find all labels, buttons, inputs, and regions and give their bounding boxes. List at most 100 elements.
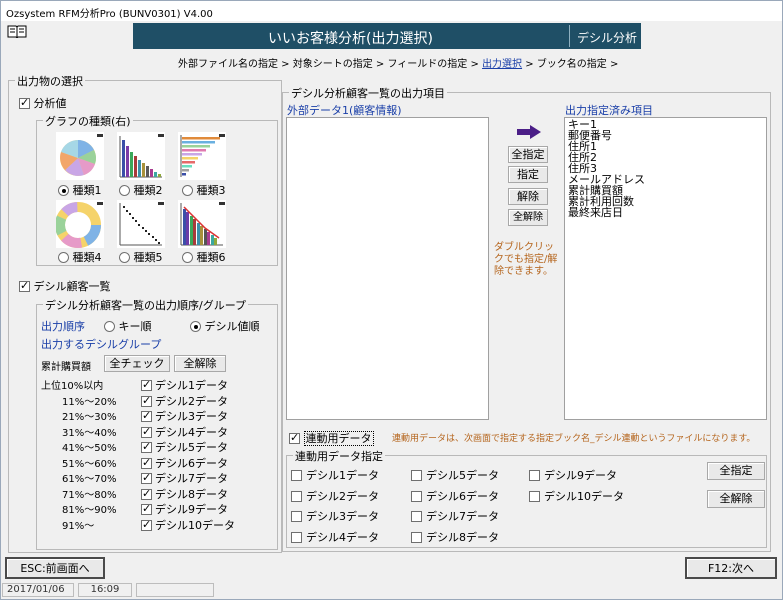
decile-range-label: 81%〜90%	[62, 505, 117, 516]
graph-type1-radio[interactable]: 種類1	[58, 182, 102, 198]
step-field[interactable]: フィールドの指定	[388, 59, 468, 70]
linked-decile-checkbox[interactable]: デシル9データ	[529, 467, 617, 483]
linked-decile-check[interactable]	[411, 532, 422, 543]
decile-check[interactable]	[141, 502, 152, 516]
linked-decile-checkbox[interactable]: デシル4データ	[291, 529, 379, 545]
check-all-button[interactable]: 全チェック	[104, 355, 170, 372]
decile-check[interactable]	[141, 409, 152, 423]
linked-decile-check[interactable]	[529, 491, 540, 502]
linked-decile-check[interactable]	[291, 491, 302, 502]
linked-decile-checkbox[interactable]: デシル5データ	[411, 467, 499, 483]
decile-checkbox[interactable]: デシル4データ	[141, 424, 228, 440]
decile-check[interactable]	[141, 518, 152, 532]
external-data-label: 外部データ1(顧客情報)	[287, 104, 402, 117]
order-decile-radio-dot[interactable]	[190, 321, 201, 332]
order-decile-label: デシル値順	[204, 320, 260, 333]
linked-decile-check[interactable]	[529, 470, 540, 481]
decile-check[interactable]	[141, 440, 152, 454]
decile-checkbox[interactable]: デシル5データ	[141, 439, 228, 455]
decile-check[interactable]	[141, 394, 152, 408]
decile-range-label: 61%〜70%	[62, 474, 117, 485]
book-icon[interactable]	[7, 24, 27, 38]
decile-checkbox[interactable]: デシル6データ	[141, 455, 228, 471]
graph-type4-radio-dot[interactable]	[58, 252, 69, 263]
decile-checkbox[interactable]: デシル7データ	[141, 470, 228, 486]
decile-group-label: 出力するデシルグループ	[41, 338, 162, 351]
decile-label: デシル2データ	[155, 395, 228, 408]
decile-checkbox[interactable]: デシル9データ	[141, 501, 228, 517]
selected-item[interactable]: 住所1	[568, 141, 763, 152]
step-output-select[interactable]: 出力選択	[482, 59, 522, 70]
decile-checkbox[interactable]: デシル10データ	[141, 517, 235, 533]
decile-check[interactable]	[141, 456, 152, 470]
decile-check[interactable]	[141, 487, 152, 501]
linked-decile-check[interactable]	[291, 511, 302, 522]
linked-decile-check[interactable]	[411, 511, 422, 522]
decile-check[interactable]	[141, 378, 152, 392]
graph-type5-radio[interactable]: 種類5	[119, 249, 163, 265]
selected-item[interactable]: 住所2	[568, 152, 763, 163]
status-panel-empty	[136, 583, 214, 597]
linked-decile-checkbox[interactable]: デシル10データ	[529, 488, 624, 504]
linked-decile-checkbox[interactable]: デシル2データ	[291, 488, 379, 504]
linked-decile-label: デシル8データ	[426, 531, 499, 544]
decile-checkbox[interactable]: デシル2データ	[141, 393, 228, 409]
select-all-button[interactable]: 全指定	[508, 146, 548, 163]
graph-type2-radio-dot[interactable]	[119, 185, 130, 196]
linked-data-check[interactable]	[289, 431, 300, 445]
linked-clear-all-button[interactable]: 全解除	[707, 490, 765, 508]
analysis-value-check[interactable]	[19, 96, 30, 110]
graph-type1-label: 種類1	[72, 184, 102, 197]
chart-type1-thumbnail[interactable]	[56, 132, 104, 180]
graph-type5-radio-dot[interactable]	[119, 252, 130, 263]
decile-checkbox[interactable]: デシル8データ	[141, 486, 228, 502]
clear-all-button[interactable]: 全解除	[174, 355, 226, 372]
step-target-sheet[interactable]: 対象シートの指定	[293, 59, 373, 70]
remove-all-button[interactable]: 全解除	[508, 209, 548, 226]
linked-decile-checkbox[interactable]: デシル7データ	[411, 508, 499, 524]
decile-checkbox[interactable]: デシル1データ	[141, 377, 228, 393]
graph-type1-radio-dot[interactable]	[58, 185, 69, 196]
analysis-value-checkbox[interactable]: 分析値	[19, 95, 67, 111]
step-external-file[interactable]: 外部ファイル名の指定	[178, 59, 278, 70]
order-key-radio[interactable]: キー順	[104, 318, 152, 334]
linked-select-all-button[interactable]: 全指定	[707, 462, 765, 480]
linked-decile-checkbox[interactable]: デシル6データ	[411, 488, 499, 504]
graph-type6-radio-dot[interactable]	[182, 252, 193, 263]
decile-check[interactable]	[141, 471, 152, 485]
selected-item[interactable]: 最終来店日	[568, 207, 763, 218]
linked-decile-checkbox[interactable]: デシル8データ	[411, 529, 499, 545]
graph-type6-radio[interactable]: 種類6	[182, 249, 226, 265]
selected-items-label: 出力指定済み項目	[565, 104, 653, 117]
select-button[interactable]: 指定	[508, 166, 548, 183]
graph-type3-radio-dot[interactable]	[182, 185, 193, 196]
next-button[interactable]: F12:次へ	[685, 557, 777, 579]
graph-type2-radio[interactable]: 種類2	[119, 182, 163, 198]
linked-decile-check[interactable]	[291, 470, 302, 481]
graph-type4-radio[interactable]: 種類4	[58, 249, 102, 265]
selected-item[interactable]: 郵便番号	[568, 130, 763, 141]
back-button[interactable]: ESC:前画面へ	[5, 557, 105, 579]
decile-customers-checkbox[interactable]: デシル顧客一覧	[19, 278, 111, 294]
order-key-radio-dot[interactable]	[104, 321, 115, 332]
linked-decile-check[interactable]	[291, 532, 302, 543]
linked-decile-check[interactable]	[411, 491, 422, 502]
remove-button[interactable]: 解除	[508, 188, 548, 205]
chart-type4-thumbnail[interactable]	[56, 200, 104, 248]
step-book-name[interactable]: ブック名の指定	[537, 59, 607, 70]
decile-customers-check[interactable]	[19, 279, 30, 293]
selected-items-list[interactable]: キー1 郵便番号 住所1 住所2 住所3 メールアドレス 累計購買額 累計利用回数 最終来店日	[564, 117, 767, 420]
chart-type5-thumbnail[interactable]	[117, 200, 165, 248]
graph-type3-radio[interactable]: 種類3	[182, 182, 226, 198]
chart-type6-thumbnail[interactable]	[178, 200, 226, 248]
decile-checkbox[interactable]: デシル3データ	[141, 408, 228, 424]
decile-check[interactable]	[141, 425, 152, 439]
chart-type3-thumbnail[interactable]	[178, 132, 226, 180]
linked-decile-checkbox[interactable]: デシル3データ	[291, 508, 379, 524]
chart-type2-thumbnail[interactable]	[117, 132, 165, 180]
linked-decile-checkbox[interactable]: デシル1データ	[291, 467, 379, 483]
linked-data-checkbox[interactable]: 連動用データ	[289, 430, 374, 446]
order-decile-radio[interactable]: デシル値順	[190, 318, 260, 334]
external-field-list[interactable]	[286, 117, 489, 420]
linked-decile-check[interactable]	[411, 470, 422, 481]
